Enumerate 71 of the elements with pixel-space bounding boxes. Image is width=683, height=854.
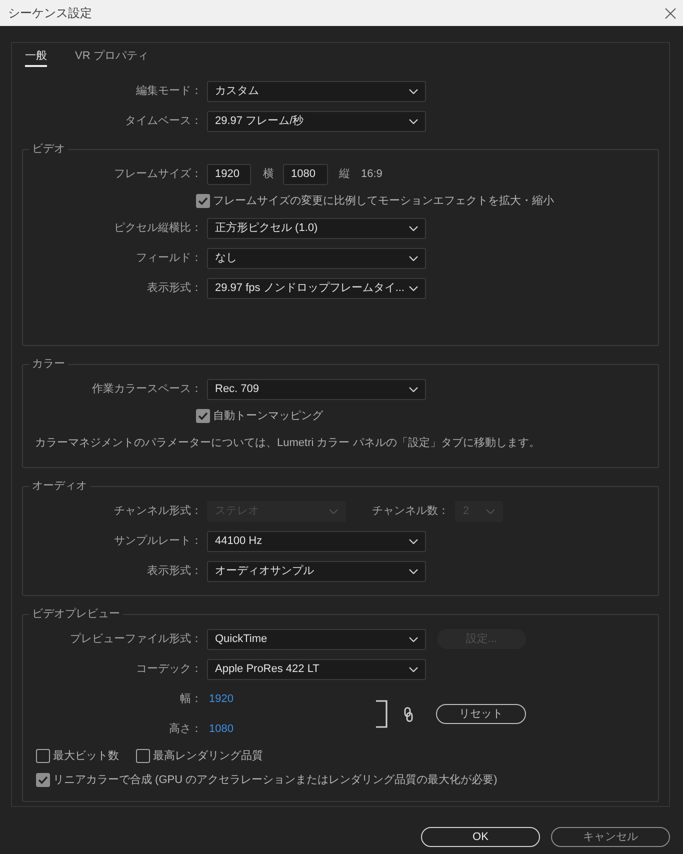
chevron-down-icon bbox=[329, 508, 338, 514]
dropdown[interactable]: Rec. 709 bbox=[207, 378, 426, 400]
tab[interactable]: 一般 bbox=[25, 49, 47, 67]
chevron-down-icon bbox=[409, 256, 418, 260]
chevron-down-icon bbox=[409, 386, 418, 392]
checkbox[interactable] bbox=[196, 194, 210, 208]
checkmark-icon bbox=[38, 776, 48, 784]
input-field[interactable]: 1080 bbox=[283, 164, 328, 184]
group-title: オーディオ bbox=[31, 479, 88, 493]
field-label: チャンネル数： bbox=[372, 504, 449, 518]
dropdown[interactable]: カスタム bbox=[207, 80, 426, 102]
chevron-down-icon bbox=[409, 118, 418, 124]
window-title: シーケンス設定 bbox=[8, 5, 92, 21]
chevron-down-icon bbox=[409, 666, 418, 672]
field-label: コーデック： bbox=[135, 662, 202, 676]
field-label: フレームサイズ： bbox=[113, 167, 202, 181]
dropdown[interactable]: なし bbox=[207, 248, 426, 268]
checkbox-label[interactable]: 自動トーンマッピング bbox=[213, 409, 323, 423]
reset-button[interactable]: リセット bbox=[436, 704, 526, 724]
field-label: プレビューファイル形式： bbox=[69, 632, 202, 646]
dropdown[interactable]: 正方形ピクセル (1.0) bbox=[207, 218, 426, 238]
field-label: タイムベース： bbox=[124, 114, 202, 128]
value-text[interactable]: 1920 bbox=[209, 692, 234, 706]
group-title: ビデオプレビュー bbox=[31, 607, 121, 621]
group-title: カラー bbox=[31, 357, 66, 371]
chain-link-icon[interactable] bbox=[404, 706, 413, 722]
input-field[interactable]: 1920 bbox=[207, 164, 251, 184]
field-label: 編集モード： bbox=[135, 84, 202, 98]
bracket-icon bbox=[376, 700, 388, 728]
checkmark-icon bbox=[198, 197, 208, 205]
info-text: カラーマネジメントのパラメーターについては、Lumetri カラー パネルの「設定」タブに移動します。 bbox=[35, 436, 540, 450]
chevron-down-icon bbox=[409, 636, 418, 642]
group-title: ビデオ bbox=[31, 142, 66, 156]
dropdown[interactable]: 29.97 fps ノンドロップフレームタイ... bbox=[207, 278, 426, 298]
field-label: 表示形式： bbox=[146, 564, 202, 578]
field-label: 高さ： bbox=[168, 722, 202, 736]
unit-label: 縦 bbox=[339, 167, 350, 181]
dropdown[interactable]: オーディオサンプル bbox=[207, 560, 426, 582]
field-label: 幅： bbox=[179, 692, 202, 706]
chevron-down-icon bbox=[409, 568, 418, 574]
chevron-down-icon bbox=[409, 88, 418, 94]
chevron-down-icon bbox=[409, 226, 418, 230]
checkbox-label[interactable]: 最高レンダリング品質 bbox=[153, 749, 263, 763]
dropdown[interactable]: 44100 Hz bbox=[207, 530, 426, 552]
field-label: 作業カラースペース： bbox=[91, 382, 202, 396]
field-label: 表示形式： bbox=[146, 281, 202, 295]
checkbox[interactable] bbox=[136, 749, 150, 763]
unit-label: 横 bbox=[263, 167, 274, 181]
checkbox[interactable] bbox=[196, 409, 210, 423]
dialog-button[interactable]: OK bbox=[421, 827, 540, 847]
field-label: フィールド： bbox=[135, 251, 202, 265]
chevron-down-icon bbox=[409, 286, 418, 290]
checkmark-icon bbox=[198, 412, 208, 420]
aspect-ratio-text: 16:9 bbox=[361, 167, 382, 181]
dropdown[interactable]: Apple ProRes 422 LT bbox=[207, 658, 426, 680]
field-label: サンプルレート： bbox=[113, 534, 202, 548]
checkbox-label[interactable]: リニアカラーで合成 (GPU のアクセラレーションまたはレンダリング品質の最大化が必要) bbox=[53, 773, 498, 787]
checkbox[interactable] bbox=[36, 773, 50, 787]
value-text[interactable]: 1080 bbox=[209, 722, 234, 736]
dialog-button[interactable]: キャンセル bbox=[551, 827, 670, 847]
field-label: ピクセル縦横比： bbox=[113, 221, 202, 235]
chevron-down-icon bbox=[486, 508, 495, 514]
checkbox-label[interactable]: フレームサイズの変更に比例してモーションエフェクトを拡大・縮小 bbox=[213, 194, 554, 208]
tab[interactable]: VR プロパティ bbox=[75, 49, 148, 67]
checkbox-label[interactable]: 最大ビット数 bbox=[53, 749, 119, 763]
dropdown[interactable]: 29.97 フレーム/秒 bbox=[207, 110, 426, 132]
chevron-down-icon bbox=[409, 538, 418, 544]
field-label: チャンネル形式： bbox=[113, 504, 202, 518]
dropdown[interactable]: QuickTime bbox=[207, 628, 426, 650]
checkbox[interactable] bbox=[36, 749, 50, 763]
close-icon[interactable] bbox=[665, 8, 676, 18]
